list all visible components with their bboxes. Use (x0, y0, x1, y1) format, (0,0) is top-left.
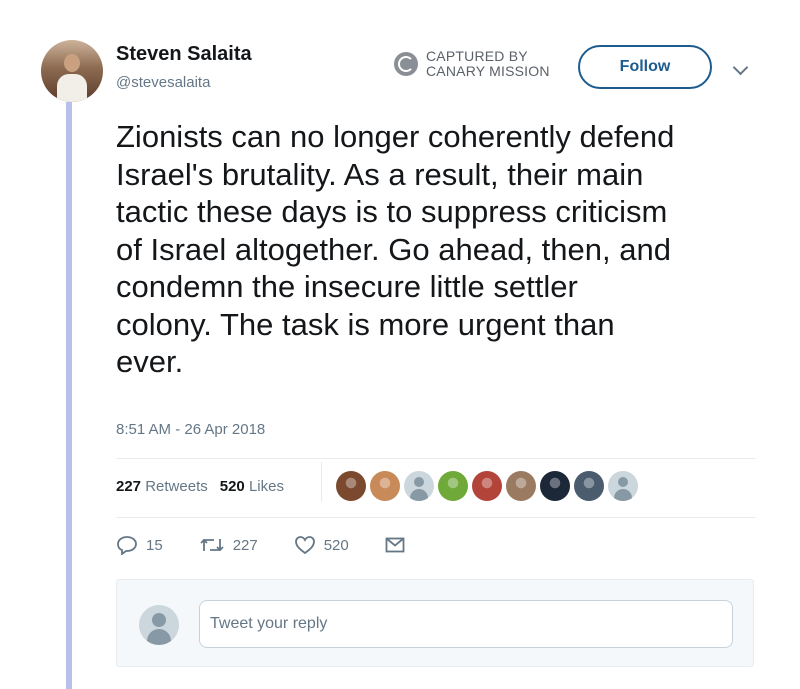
current-user-avatar (139, 605, 179, 645)
retweets-stat[interactable]: 227 Retweets (116, 478, 208, 495)
liker-avatar[interactable] (336, 471, 366, 501)
liker-avatar[interactable] (574, 471, 604, 501)
reply-action[interactable]: 15 (116, 535, 163, 555)
thread-line (66, 102, 72, 689)
follow-button[interactable]: Follow (578, 45, 712, 89)
capture-badge-line2: CANARY MISSION (426, 63, 550, 79)
engagement-stats: 227 Retweets 520 Likes (116, 478, 284, 495)
tweet-timestamp[interactable]: 8:51 AM - 26 Apr 2018 (116, 421, 265, 438)
liker-avatar[interactable] (404, 471, 434, 501)
liker-avatar[interactable] (506, 471, 536, 501)
liker-avatars (336, 471, 638, 501)
likes-stat[interactable]: 520 Likes (220, 478, 284, 495)
chevron-down-icon[interactable] (732, 59, 749, 76)
avatar-head (64, 54, 80, 72)
author-avatar[interactable] (41, 40, 103, 102)
heart-icon (294, 536, 315, 555)
tweet-actions: 15 227 520 (116, 535, 441, 555)
liker-avatar[interactable] (438, 471, 468, 501)
divider-top (116, 458, 756, 459)
author-handle[interactable]: @stevesalaita (116, 74, 210, 91)
reply-count: 15 (146, 536, 163, 554)
liker-avatar[interactable] (370, 471, 400, 501)
reply-input[interactable] (199, 600, 733, 648)
retweet-action[interactable]: 227 (199, 535, 258, 555)
capture-badge: CAPTURED BY CANARY MISSION (394, 49, 550, 79)
capture-badge-line1: CAPTURED BY (426, 48, 528, 64)
avatar-torso (57, 74, 87, 102)
capture-badge-text: CAPTURED BY CANARY MISSION (426, 49, 550, 79)
canary-mission-logo-icon (394, 52, 418, 76)
retweet-icon (200, 538, 224, 552)
likes-count: 520 (219, 478, 245, 495)
tweet-text: Zionists can no longer coherently defend… (116, 119, 675, 379)
reply-composer (116, 579, 754, 667)
envelope-icon (385, 537, 405, 553)
divider-bottom (116, 517, 756, 518)
direct-message-action[interactable] (385, 537, 405, 553)
liker-avatar[interactable] (608, 471, 638, 501)
retweets-label: Retweets (145, 478, 208, 495)
like-count: 520 (323, 536, 349, 554)
reply-icon (117, 536, 137, 555)
stats-separator (321, 462, 322, 502)
liker-avatar[interactable] (540, 471, 570, 501)
author-name[interactable]: Steven Salaita (116, 43, 252, 66)
retweet-count: 227 (232, 536, 258, 554)
retweets-count: 227 (116, 478, 142, 495)
likes-label: Likes (248, 478, 284, 495)
liker-avatar[interactable] (472, 471, 502, 501)
like-action[interactable]: 520 (294, 535, 349, 555)
